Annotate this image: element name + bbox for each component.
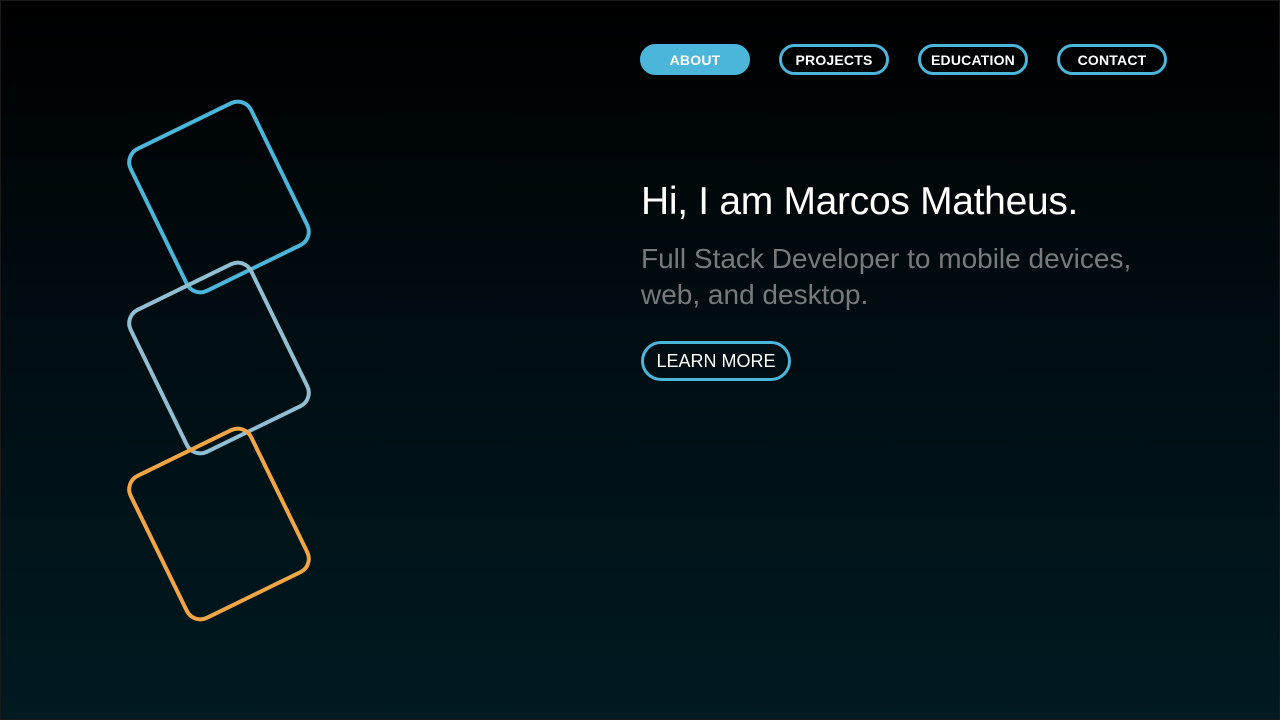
learn-more-button[interactable]: LEARN MORE [641, 341, 791, 381]
shape-top-square [127, 99, 311, 295]
hero-title: Hi, I am Marcos Matheus. [641, 180, 1079, 223]
shape-middle-square [127, 260, 311, 456]
decorative-rounded-squares [127, 99, 311, 622]
shape-bottom-square [127, 426, 311, 622]
hero-section: Hi, I am Marcos Matheus. Full Stack Deve… [641, 179, 1241, 313]
nav-education-button[interactable]: EDUCATION [918, 44, 1028, 75]
nav-projects-button[interactable]: PROJECTS [779, 44, 889, 75]
hero-subtitle: Full Stack Developer to mobile devices, … [641, 243, 1132, 310]
nav-about-button[interactable]: ABOUT [640, 44, 750, 75]
nav-contact-button[interactable]: CONTACT [1057, 44, 1167, 75]
page: ABOUT PROJECTS EDUCATION CONTACT Hi, I a… [0, 0, 1280, 720]
top-nav: ABOUT PROJECTS EDUCATION CONTACT [640, 44, 1167, 75]
